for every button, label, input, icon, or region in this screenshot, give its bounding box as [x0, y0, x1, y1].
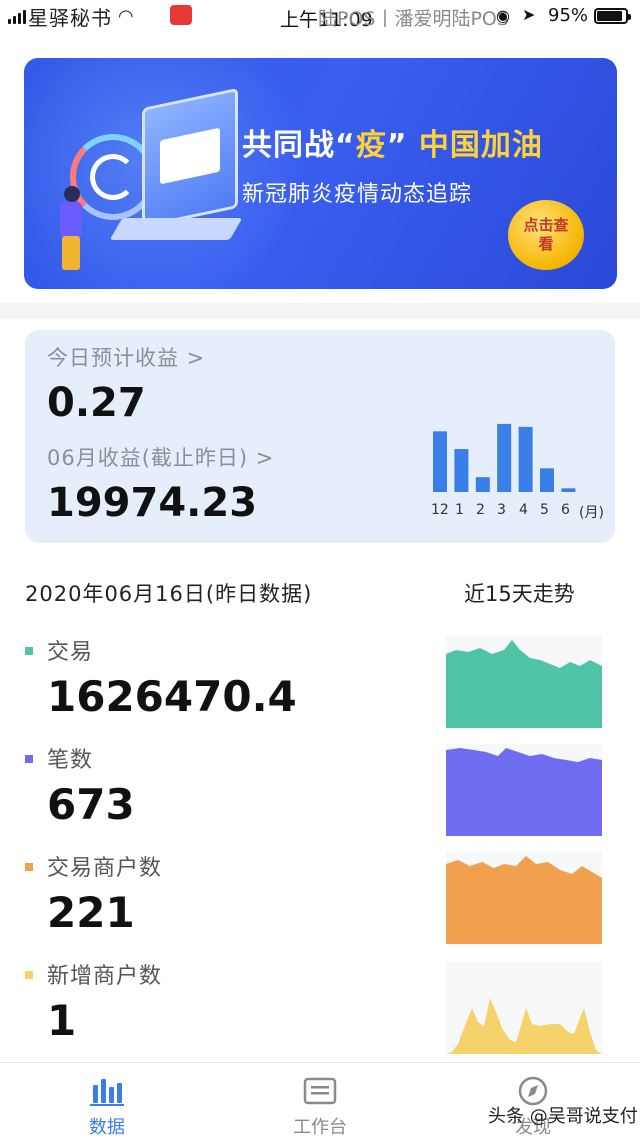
month-earnings-link[interactable]: 06月收益(截止昨日) > [47, 442, 274, 472]
tab-workbench[interactable]: 工作台 [250, 1063, 390, 1138]
person-illustration-icon [64, 186, 80, 202]
battery-icon [594, 8, 631, 24]
metric-value: 221 [47, 888, 135, 937]
lock-rotation-icon: ◉ [496, 6, 510, 25]
tab-label: 工作台 [293, 1117, 347, 1138]
banner-title-part: 共同战“ [242, 128, 356, 163]
laptop-base-graphic [109, 218, 243, 240]
epidemic-banner[interactable]: 共同战“疫” 中国加油 新冠肺炎疫情动态追踪 点击查看 [24, 58, 617, 289]
person-body-graphic [60, 202, 82, 238]
month-bar-3 [497, 423, 512, 492]
sparkline-svg [446, 998, 602, 1054]
month-tick-label: 2 [476, 502, 485, 518]
banner-title-highlight: 疫 [355, 128, 387, 163]
metric-value: 1626470.4 [47, 672, 297, 721]
person-legs-graphic [62, 236, 80, 270]
watermark-text: 头条 @吴哥说支付 [488, 1106, 638, 1127]
metric-value: 673 [47, 780, 135, 829]
app-title: 陆POS丨潘爱明陆POS [318, 8, 509, 30]
new-merchants-trend-sparkline [446, 962, 602, 1054]
stats-date-heading: 2020年06月16日(昨日数据) [25, 582, 313, 606]
recording-indicator-icon [170, 5, 192, 25]
tab-data[interactable]: 数据 [37, 1063, 177, 1138]
sparkline-svg [446, 748, 602, 836]
carrier-name: 星驿秘书 [28, 6, 112, 30]
month-tick-label: 3 [497, 502, 506, 518]
banner-title-part: ” [386, 128, 408, 163]
metric-label: 交易商户数 [47, 856, 163, 881]
ring-inner-graphic [90, 154, 136, 200]
merchant-count-trend-sparkline [446, 852, 602, 944]
legend-dot-icon [25, 971, 33, 979]
today-earnings-value: 0.27 [47, 380, 146, 426]
metric-label: 交易 [47, 640, 94, 665]
month-tick-label: 1 [455, 502, 464, 518]
transactions-trend-sparkline [446, 636, 602, 728]
banner-subtitle: 新冠肺炎疫情动态追踪 [242, 182, 473, 207]
metric-label: 笔数 [47, 748, 94, 773]
bar-chart-icon [90, 1079, 124, 1106]
month-bar-6 [561, 488, 576, 492]
month-tick-label: 5 [540, 502, 549, 518]
metric-value: 1 [47, 996, 77, 1045]
wifi-icon: ◠ [118, 6, 134, 27]
banner-title: 共同战“疫” 中国加油 [242, 120, 543, 164]
order-count-trend-sparkline [446, 744, 602, 836]
month-tick-label: 12 [431, 502, 449, 518]
month-bar-0 [433, 431, 447, 492]
legend-dot-icon [25, 863, 33, 871]
section-divider [0, 303, 640, 319]
month-earnings-value: 19974.23 [47, 480, 258, 526]
month-tick-label: 4 [519, 502, 528, 518]
month-bar-1 [454, 449, 469, 492]
banner-title-highlight: 中国加油 [418, 128, 543, 163]
metric-label: 新增商户数 [47, 964, 163, 989]
today-earnings-link[interactable]: 今日预计收益 > [47, 342, 205, 372]
monthly-earnings-bar-chart [433, 423, 576, 492]
month-bar-4 [518, 426, 533, 492]
month-bar-2 [475, 477, 490, 492]
battery-percentage: 95% [548, 5, 589, 26]
earnings-card: 今日预计收益 > 0.27 06月收益(截止昨日) > 19974.23 12 1… [25, 330, 615, 543]
trend-heading: 近15天走势 [464, 582, 575, 606]
legend-dot-icon [25, 647, 33, 655]
view-details-button[interactable]: 点击查看 [508, 200, 584, 270]
sparkline-svg [446, 856, 602, 944]
month-tick-label: (月) [579, 505, 604, 521]
status-bar: 星驿秘书 ◠ 上午11:09 陆POS丨潘爱明陆POS ◉ ➤ 95% [0, 0, 640, 34]
sparkline-svg [446, 640, 602, 728]
legend-dot-icon [25, 755, 33, 763]
signal-icon [8, 10, 26, 24]
location-arrow-icon: ➤ [522, 5, 536, 24]
tab-label: 数据 [89, 1117, 125, 1138]
month-bar-5 [540, 468, 554, 492]
workbench-icon [303, 1077, 337, 1105]
month-tick-label: 6 [561, 502, 570, 518]
